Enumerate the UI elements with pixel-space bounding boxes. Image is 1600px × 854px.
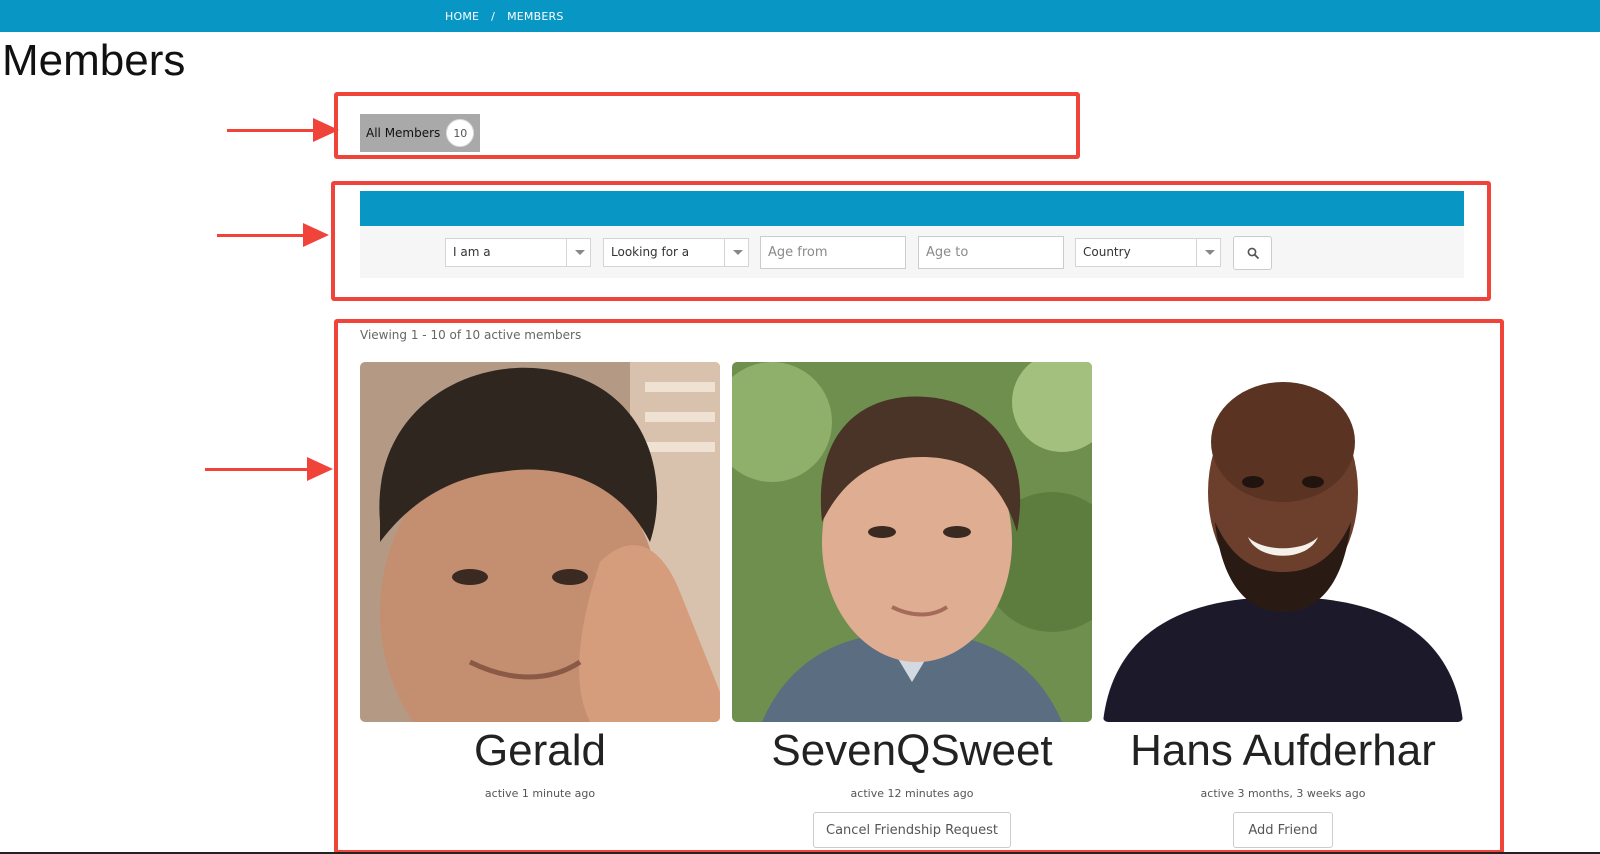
member-last-active: active 3 months, 3 weeks ago bbox=[1200, 787, 1366, 800]
chevron-down-icon bbox=[1196, 239, 1220, 266]
member-card: Gerald active 1 minute ago bbox=[360, 362, 720, 832]
search-button[interactable] bbox=[1233, 236, 1272, 270]
looking-for-select[interactable]: Looking for a bbox=[603, 238, 749, 267]
breadcrumb: HOME / MEMBERS bbox=[445, 10, 564, 23]
i-am-a-select[interactable]: I am a bbox=[445, 238, 591, 267]
member-count-badge: 10 bbox=[446, 119, 475, 147]
looking-for-select-value: Looking for a bbox=[611, 245, 690, 259]
tab-all-members-label: All Members bbox=[366, 126, 441, 140]
add-friend-button[interactable]: Add Friend bbox=[1233, 812, 1333, 848]
member-name[interactable]: Hans Aufderhar bbox=[1063, 726, 1503, 776]
chevron-down-icon bbox=[724, 239, 748, 266]
i-am-a-select-value: I am a bbox=[453, 245, 491, 259]
member-card: Hans Aufderhar active 3 months, 3 weeks … bbox=[1103, 362, 1463, 848]
member-last-active: active 1 minute ago bbox=[484, 787, 596, 800]
page-title: Members bbox=[2, 36, 186, 85]
top-navigation-bar bbox=[0, 0, 1600, 32]
country-select-value: Country bbox=[1083, 245, 1131, 259]
chevron-down-icon bbox=[566, 239, 590, 266]
breadcrumb-home-link[interactable]: HOME bbox=[445, 10, 479, 23]
member-avatar[interactable] bbox=[1103, 362, 1463, 722]
search-icon bbox=[1247, 247, 1259, 259]
member-avatar[interactable] bbox=[732, 362, 1092, 722]
breadcrumb-current: MEMBERS bbox=[507, 10, 564, 23]
member-avatar[interactable] bbox=[360, 362, 720, 722]
viewing-count-text: Viewing 1 - 10 of 10 active members bbox=[360, 328, 582, 342]
breadcrumb-separator: / bbox=[491, 10, 496, 23]
age-to-input[interactable] bbox=[918, 236, 1064, 269]
search-panel-header bbox=[360, 191, 1464, 226]
country-select[interactable]: Country bbox=[1075, 238, 1221, 267]
member-last-active: active 12 minutes ago bbox=[850, 787, 974, 800]
member-card: SevenQSweet active 12 minutes ago Cancel… bbox=[732, 362, 1092, 848]
cancel-friendship-request-button[interactable]: Cancel Friendship Request bbox=[813, 812, 1011, 848]
tab-all-members[interactable]: All Members 10 bbox=[360, 114, 480, 152]
age-from-input[interactable] bbox=[760, 236, 906, 269]
